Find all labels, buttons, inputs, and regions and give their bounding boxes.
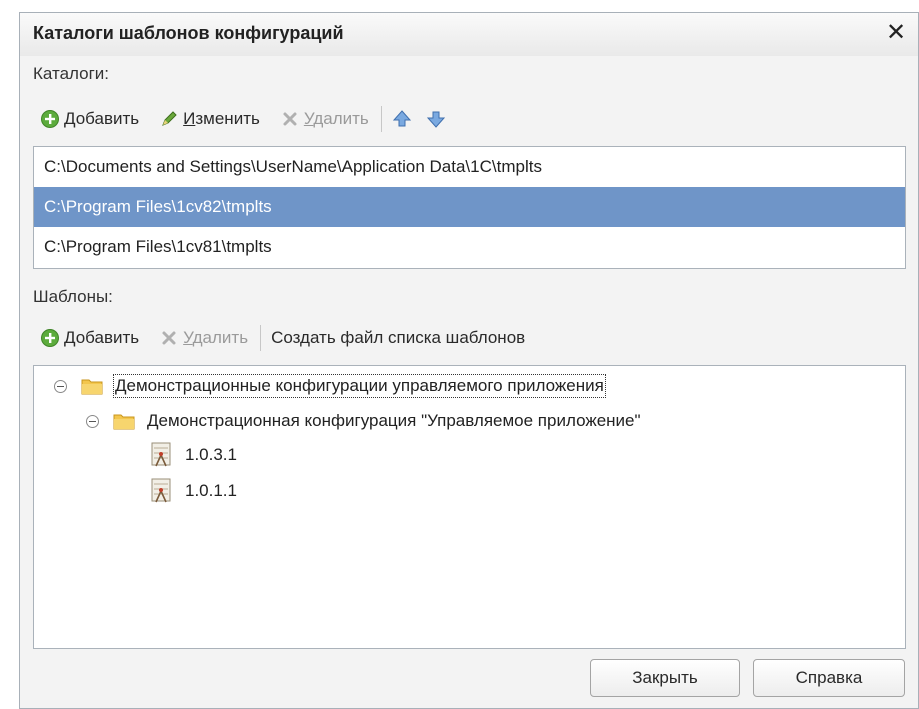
tree-node-version[interactable]: 1.0.1.1 (151, 477, 237, 505)
templates-label: Шаблоны: (33, 287, 113, 306)
collapse-icon[interactable] (86, 414, 99, 428)
help-button[interactable]: Справка (753, 659, 905, 697)
catalog-delete-label: далить (313, 109, 369, 128)
title-bar: Каталоги шаблонов конфигураций ✕ (20, 13, 918, 56)
catalog-edit-label-key: И (183, 109, 196, 128)
catalog-delete-label-key: У (303, 109, 314, 128)
template-delete-button[interactable]: Удалить (159, 328, 248, 348)
catalogs-label: Каталоги: (33, 64, 110, 83)
template-add-label: обавить (75, 328, 140, 347)
tree-version-label: 1.0.1.1 (185, 481, 237, 500)
tree-node-version[interactable]: 1.0.3.1 (151, 441, 237, 469)
create-template-list-label: Создать файл списка шаблонов (271, 328, 526, 347)
tree-child-label: Демонстрационная конфигурация "Управляем… (147, 411, 641, 430)
folder-icon (113, 414, 135, 430)
template-icon (151, 478, 171, 503)
collapse-icon[interactable] (54, 379, 67, 393)
catalog-add-label: обавить (75, 109, 140, 128)
catalog-delete-button[interactable]: Удалить (280, 109, 369, 129)
templates-toolbar: Добавить Удалить Создать файл списка шаб… (40, 323, 545, 353)
close-icon[interactable]: ✕ (884, 19, 908, 47)
delete-icon (162, 331, 176, 345)
catalog-item-selected[interactable]: C:\Program Files\1cv82\tmplts (34, 187, 905, 227)
template-icon (151, 442, 171, 467)
dialog-window: Каталоги шаблонов конфигураций ✕ Каталог… (19, 12, 919, 709)
catalog-add-label-key: Д (64, 109, 76, 128)
toolbar-separator (380, 106, 382, 132)
close-button[interactable]: Закрыть (590, 659, 740, 697)
tree-version-label: 1.0.3.1 (185, 445, 237, 464)
add-icon (41, 110, 59, 128)
pencil-icon (162, 111, 177, 126)
template-delete-label: далить (192, 328, 249, 347)
arrow-up-icon (392, 110, 411, 127)
move-up-button[interactable] (392, 109, 416, 129)
catalogs-list[interactable]: C:\Documents and Settings\UserName\Appli… (33, 146, 906, 269)
create-template-list-button[interactable]: Создать файл списка шаблонов (271, 328, 525, 348)
template-delete-label-key: У (183, 328, 193, 347)
catalog-edit-button[interactable]: Изменить (159, 109, 260, 129)
move-down-button[interactable] (426, 109, 450, 129)
catalog-item[interactable]: C:\Documents and Settings\UserName\Appli… (34, 147, 905, 187)
catalog-add-button[interactable]: Добавить (40, 109, 139, 129)
dialog-title: Каталоги шаблонов конфигураций (33, 23, 344, 43)
folder-icon (81, 379, 103, 395)
template-add-label-key: Д (64, 328, 76, 347)
catalogs-toolbar: Добавить Изменить Удалить (40, 104, 470, 134)
catalog-item[interactable]: C:\Program Files\1cv81\tmplts (34, 227, 905, 267)
templates-tree[interactable]: Демонстрационные конфигурации управляемо… (33, 365, 906, 649)
template-add-button[interactable]: Добавить (40, 328, 139, 348)
tree-node-root[interactable]: Демонстрационные конфигурации управляемо… (54, 372, 606, 400)
arrow-down-icon (426, 111, 445, 128)
tree-node-child[interactable]: Демонстрационная конфигурация "Управляем… (86, 407, 641, 435)
catalog-edit-label: зменить (195, 109, 260, 128)
delete-icon (283, 112, 297, 126)
tree-root-label: Демонстрационные конфигурации управляемо… (113, 374, 606, 398)
add-icon (41, 329, 59, 347)
toolbar-separator (260, 325, 262, 351)
